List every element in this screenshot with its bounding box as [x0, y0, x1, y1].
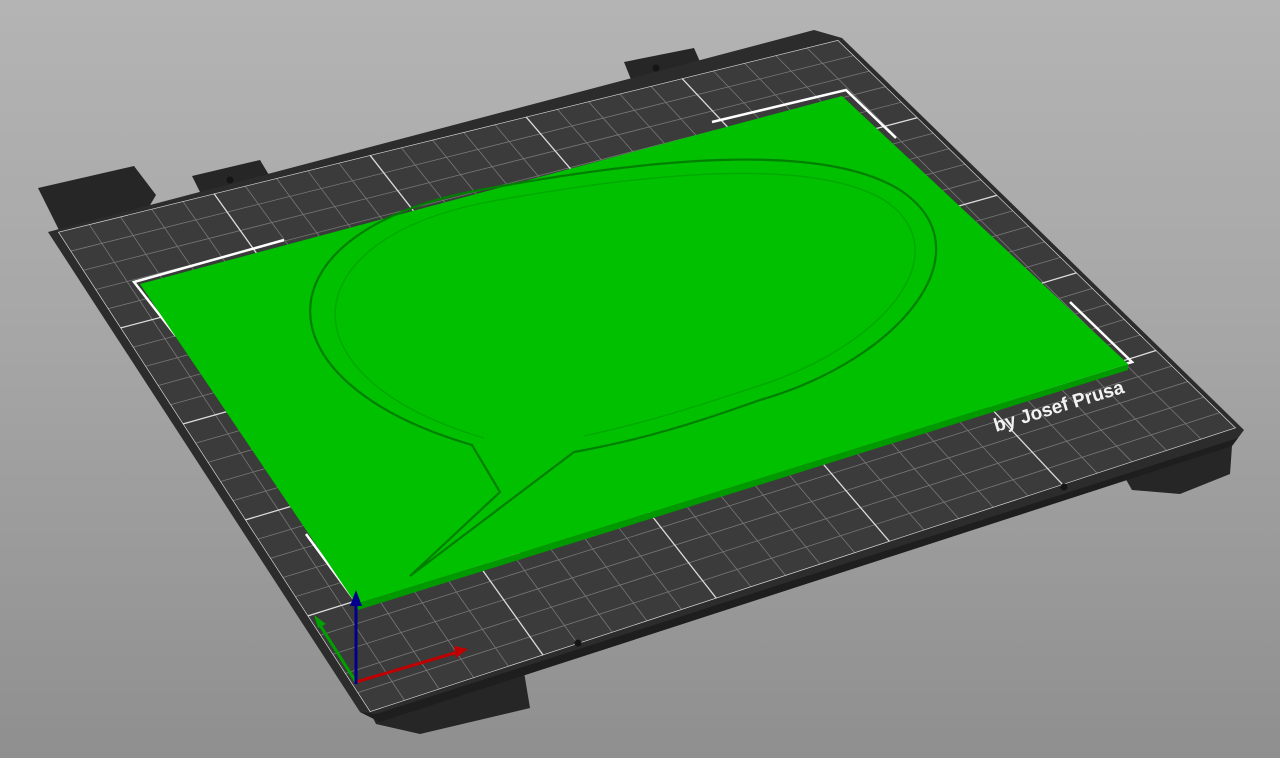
3d-viewport[interactable]: by Josef Prusa	[0, 0, 1280, 758]
bed-hole	[1060, 483, 1068, 491]
bed-hole	[652, 64, 660, 72]
bed-hole	[574, 639, 582, 647]
bed-hole	[226, 176, 234, 184]
